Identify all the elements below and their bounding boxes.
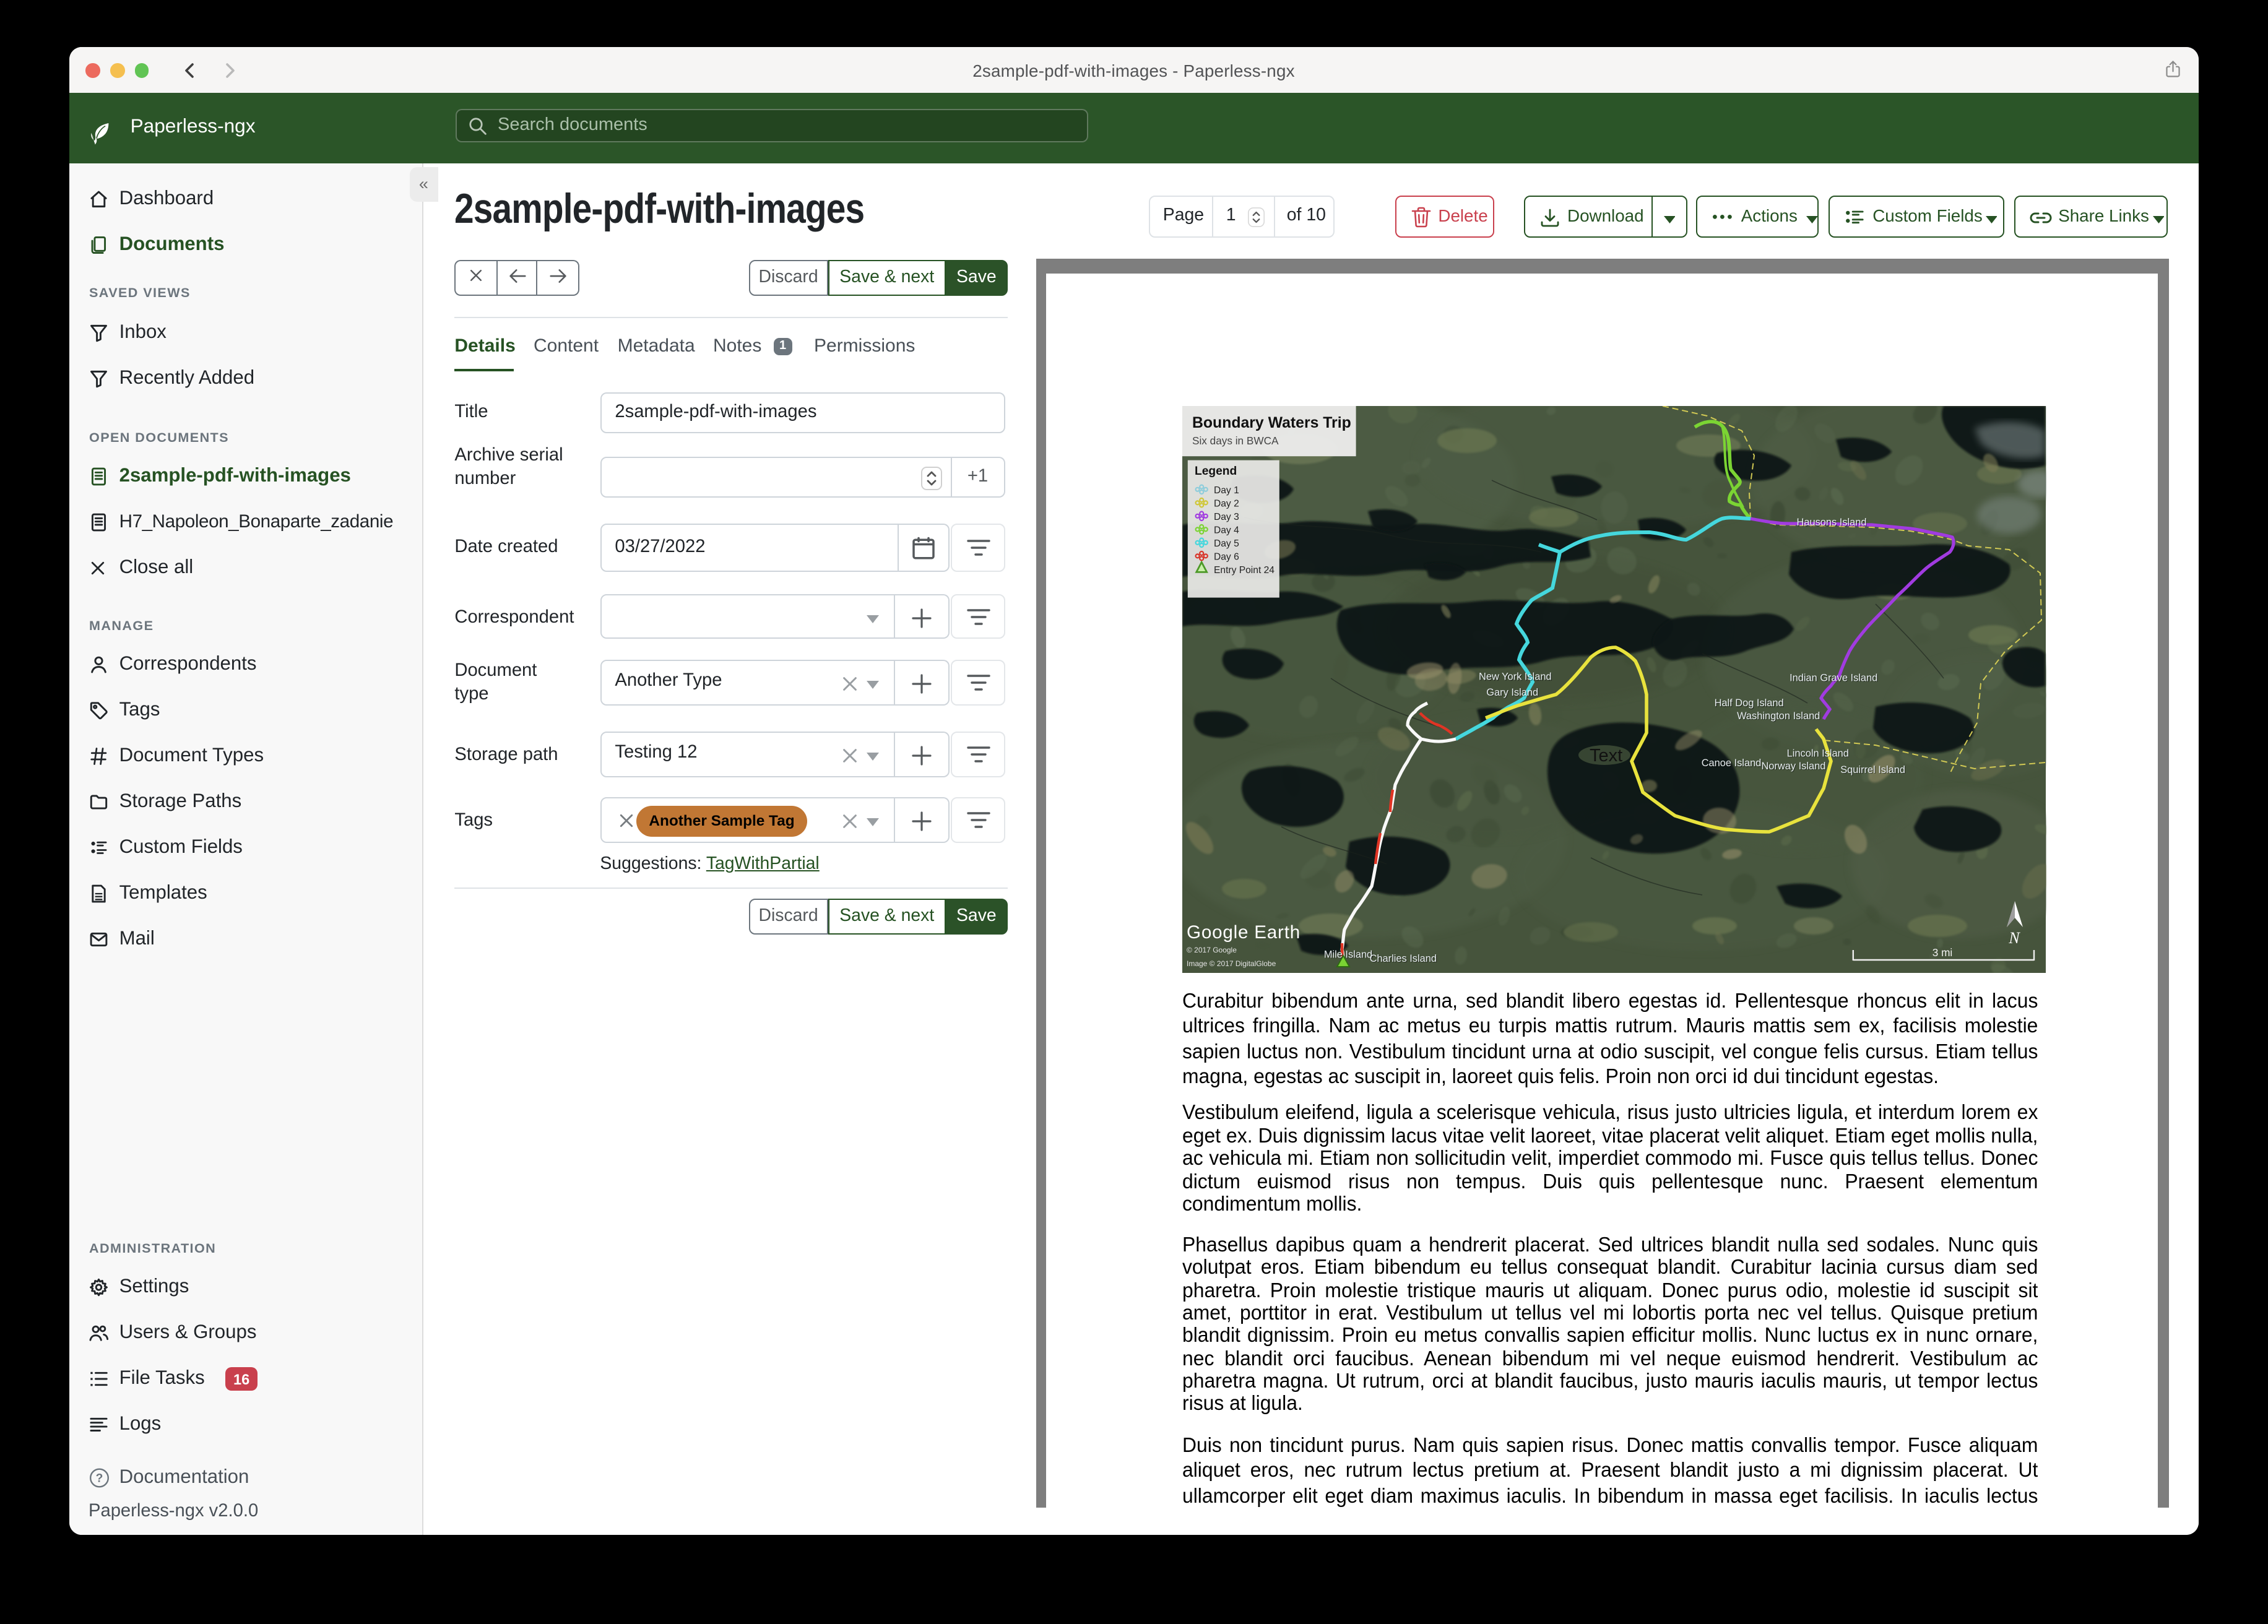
svg-text:3 mi: 3 mi [1933, 946, 1952, 959]
svg-text:?: ? [96, 1473, 103, 1486]
svg-text:Hausons Island: Hausons Island [1797, 517, 1867, 529]
svg-text:Day 4: Day 4 [1214, 525, 1239, 536]
svg-text:Indian Grave Island: Indian Grave Island [1790, 673, 1878, 684]
svg-text:© 2017 Google: © 2017 Google [1187, 946, 1237, 954]
svg-text:Day 1: Day 1 [1214, 485, 1239, 496]
svg-text:Charlies Island: Charlies Island [1370, 953, 1437, 964]
svg-text:Day 3: Day 3 [1214, 512, 1239, 522]
svg-text:Day 6: Day 6 [1214, 552, 1239, 563]
svg-text:Squirrel Island: Squirrel Island [1841, 764, 1906, 775]
svg-text:Lincoln Island: Lincoln Island [1787, 748, 1849, 759]
svg-text:Half Dog Island: Half Dog Island [1715, 698, 1784, 709]
svg-text:Boundary Waters Trip: Boundary Waters Trip [1192, 415, 1351, 431]
svg-text:Six days in BWCA: Six days in BWCA [1192, 434, 1279, 447]
svg-text:Day 2: Day 2 [1214, 499, 1239, 509]
svg-text:Entry Point 24: Entry Point 24 [1214, 565, 1275, 576]
svg-text:Gary Island: Gary Island [1487, 687, 1539, 698]
svg-text:Washington Island: Washington Island [1737, 710, 1820, 722]
svg-text:Legend: Legend [1195, 465, 1237, 478]
svg-text:Text: Text [1590, 746, 1622, 766]
svg-text:Image © 2017 DigitalGlobe: Image © 2017 DigitalGlobe [1187, 959, 1276, 968]
svg-text:Norway Island: Norway Island [1762, 761, 1826, 772]
svg-text:N: N [2009, 929, 2021, 947]
svg-text:New York Island: New York Island [1479, 672, 1552, 683]
svg-text:Google Earth: Google Earth [1187, 922, 1301, 943]
svg-text:Day 5: Day 5 [1214, 538, 1239, 549]
svg-text:Mile Island: Mile Island [1324, 949, 1372, 961]
svg-text:Canoe Island: Canoe Island [1702, 758, 1762, 769]
